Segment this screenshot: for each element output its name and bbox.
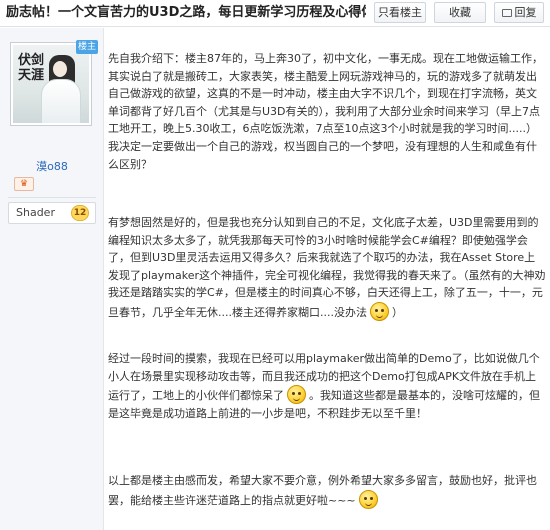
forum-level-tag[interactable]: Shader 12 bbox=[8, 202, 96, 224]
avatar[interactable]: 伏剑天涯 bbox=[10, 42, 92, 126]
forum-name: Shader bbox=[16, 206, 55, 219]
thread-title: 励志帖！一个文盲苦力的U3D之路，每日更新学习历程及心得体... bbox=[6, 5, 366, 20]
only-author-button[interactable]: 只看楼主 bbox=[374, 2, 426, 23]
crying-face-emoticon bbox=[369, 301, 389, 321]
crown-icon: ♛ bbox=[14, 177, 34, 191]
post-paragraph: 经过一段时间的摸索，我现在已经可以用playmaker做出简单的Demo了，比如… bbox=[108, 352, 540, 420]
author-badge: 楼主 bbox=[76, 40, 98, 54]
surprised-face-emoticon bbox=[287, 385, 306, 405]
username-link[interactable]: 漠o88 bbox=[0, 158, 104, 174]
reply-button[interactable]: 回复 bbox=[494, 2, 544, 23]
reply-button-label: 回复 bbox=[514, 6, 537, 19]
post-paragraph: 以上都是楼主由感而发，希望大家不要介意，例外希望大家多多留言，鼓励也好，批评也罢… bbox=[108, 474, 537, 509]
favorite-button[interactable]: 收藏 bbox=[434, 2, 486, 23]
post-paragraph: 先自我介绍下：楼主87年的，马上奔30了，初中文化，一事无成。现在工地做运输工作… bbox=[108, 52, 543, 171]
level-number-badge: 12 bbox=[71, 205, 89, 221]
reply-icon bbox=[501, 9, 512, 17]
smile-face-emoticon bbox=[358, 489, 378, 509]
thread-header: 励志帖！一个文盲苦力的U3D之路，每日更新学习历程及心得体... 只看楼主 收藏… bbox=[0, 0, 550, 27]
author-panel: 伏剑天涯 楼主 漠o88 ♛ Shader 12 bbox=[0, 28, 104, 530]
post-paragraph: 有梦想固然是好的，但是我也充分认知到自己的不足，文化底子太差，U3D里需要用到的… bbox=[108, 216, 546, 321]
avatar-image: 伏剑天涯 bbox=[13, 45, 89, 123]
avatar-calligraphy: 伏剑天涯 bbox=[17, 53, 44, 83]
divider bbox=[8, 197, 96, 198]
